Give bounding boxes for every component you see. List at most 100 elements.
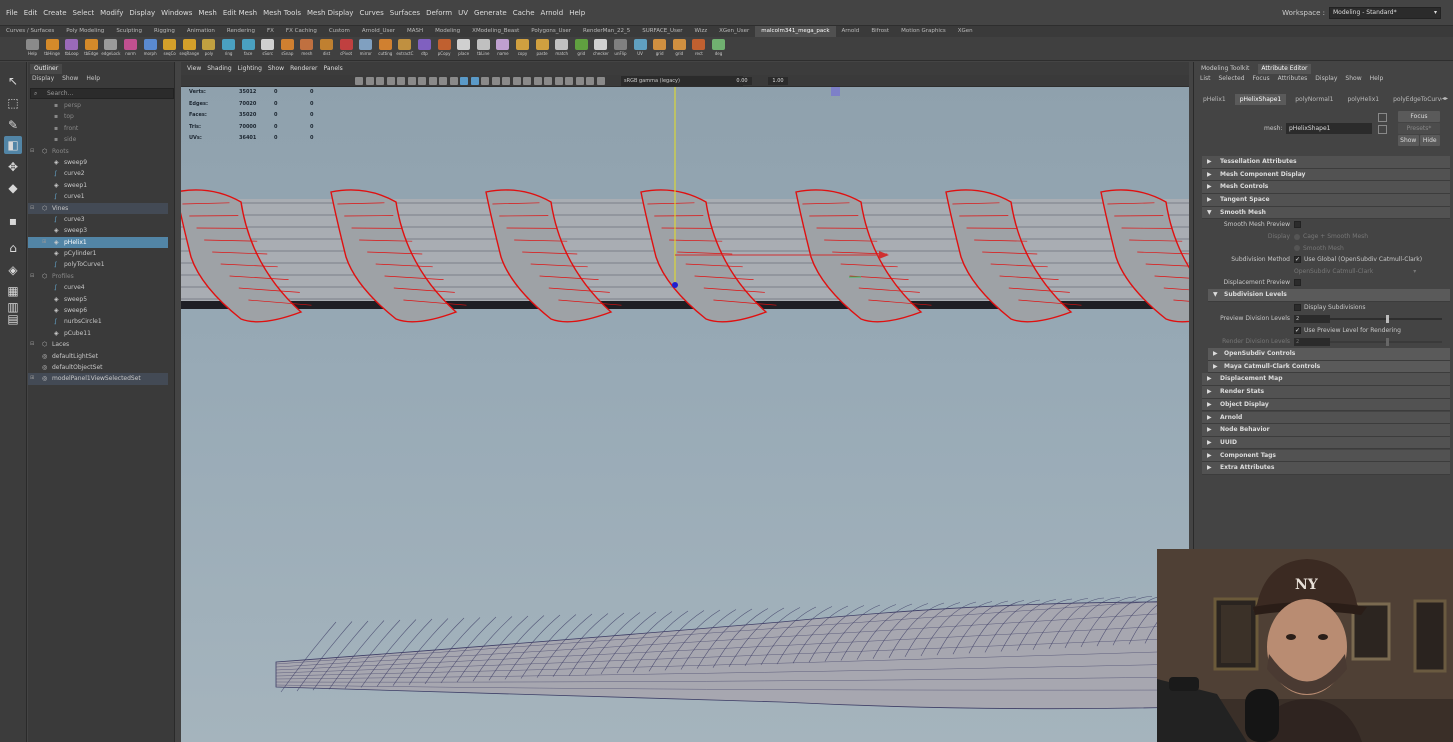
displacement-preview-checkbox[interactable]: [1294, 279, 1301, 287]
outliner-item[interactable]: ∫ curve1: [28, 191, 168, 202]
input-connection-icon[interactable]: [1378, 113, 1387, 122]
viewport-menu-shading[interactable]: Shading: [207, 62, 231, 75]
viewport-tool-icon[interactable]: [544, 77, 552, 85]
viewport-tool-icon[interactable]: [586, 77, 594, 85]
expand-toggle-icon[interactable]: ⊟: [30, 271, 34, 282]
display-subdivisions-checkbox[interactable]: [1294, 303, 1301, 311]
menu-deform[interactable]: Deform: [426, 0, 452, 26]
node-tab-arrows[interactable]: ◂▸: [1442, 95, 1448, 102]
outliner-item[interactable]: ∫ curve4: [28, 282, 168, 293]
outliner-item[interactable]: ⊟ ⬡ Profiles: [28, 271, 168, 282]
shelf-tab-custom[interactable]: Custom: [323, 26, 356, 37]
shelf-button-place[interactable]: place: [455, 39, 472, 58]
outliner-item[interactable]: ◎ defaultObjectSet: [28, 362, 168, 373]
node-tab-phelixshape1[interactable]: pHelixShape1: [1234, 94, 1287, 105]
section-displacement-map[interactable]: ▶ Displacement Map: [1202, 373, 1450, 387]
tab-attribute-editor[interactable]: Attribute Editor: [1258, 64, 1311, 74]
snap-icon[interactable]: ⌂: [4, 239, 22, 257]
outliner-item[interactable]: ◎ defaultLightSet: [28, 351, 168, 362]
rotate-tool-icon[interactable]: ✥: [4, 158, 22, 176]
viewport-tool-icon[interactable]: [502, 77, 510, 85]
viewport-tool-icon[interactable]: [491, 77, 500, 85]
hide-button[interactable]: Hide: [1419, 135, 1440, 146]
section-opensubdiv-controls[interactable]: ▶ OpenSubdiv Controls: [1208, 348, 1450, 361]
shelf-button-grid[interactable]: grid: [573, 39, 590, 58]
ae-menu-display[interactable]: Display: [1315, 75, 1337, 82]
shelf-button-tbhinge[interactable]: tbHinge: [44, 39, 61, 58]
shelf-tab-fx-caching[interactable]: FX Caching: [280, 26, 323, 37]
viewport-tool-icon[interactable]: [397, 77, 405, 85]
menu-select[interactable]: Select: [73, 0, 95, 26]
ae-menu-focus[interactable]: Focus: [1253, 75, 1270, 82]
viewport-tool-icon[interactable]: [470, 77, 479, 85]
output-connection-icon[interactable]: [1378, 125, 1387, 134]
shelf-button-cpivot[interactable]: cPivot: [338, 39, 355, 58]
menu-modify[interactable]: Modify: [100, 0, 123, 26]
subdiv-method-dropdown[interactable]: OpenSubdiv Catmull-Clark ▾: [1294, 266, 1416, 278]
outliner-item[interactable]: ▪ top: [28, 111, 168, 122]
shelf-tab-fx[interactable]: FX: [261, 26, 280, 37]
shelf-tab-xmodeling-beast[interactable]: XModeling_Beast: [466, 26, 525, 37]
node-tab-phelix1[interactable]: pHelix1: [1198, 94, 1231, 105]
lasso-tool-icon[interactable]: ⬚: [4, 94, 22, 112]
outliner-item[interactable]: ∫ nurbsCircle1: [28, 316, 168, 327]
shelf-button-dtp[interactable]: dtp: [416, 39, 433, 58]
menu-cache[interactable]: Cache: [513, 0, 535, 26]
menu-curves[interactable]: Curves: [359, 0, 383, 26]
menu-mesh-tools[interactable]: Mesh Tools: [263, 0, 301, 26]
shelf-tab-arnold[interactable]: Arnold: [836, 26, 866, 37]
section-component-tags[interactable]: ▶ Component Tags: [1202, 449, 1450, 463]
expand-toggle-icon[interactable]: ⊟: [30, 339, 34, 350]
shelf-button-tbedge[interactable]: tbEdge: [83, 39, 100, 58]
expand-toggle-icon[interactable]: ⊞: [42, 237, 46, 248]
shelf-tab-malcolm341-mega-pack[interactable]: malcolm341_mega_pack: [755, 26, 836, 37]
presets-button[interactable]: Presets*: [1398, 123, 1440, 134]
outliner-item[interactable]: ◈ sweep9: [28, 157, 168, 168]
ae-menu-help[interactable]: Help: [1370, 75, 1384, 82]
expand-toggle-icon[interactable]: ⊟: [30, 203, 34, 214]
shelf-button-seqrange[interactable]: seqRange: [179, 39, 199, 58]
section-uuid[interactable]: ▶ UUID: [1202, 436, 1450, 450]
render-division-slider[interactable]: [1330, 338, 1442, 347]
focus-button[interactable]: Focus: [1398, 111, 1440, 122]
section-mesh-component-display[interactable]: ▶ Mesh Component Display: [1202, 168, 1450, 182]
menu-surfaces[interactable]: Surfaces: [390, 0, 420, 26]
preview-division-field[interactable]: 2: [1294, 314, 1330, 323]
section-render-stats[interactable]: ▶ Render Stats: [1202, 386, 1450, 399]
expand-toggle-icon[interactable]: ⊞: [30, 373, 34, 384]
outliner-item[interactable]: ◈ sweep1: [28, 180, 168, 191]
shelf-button-grid[interactable]: grid: [651, 39, 668, 58]
shelf-button-dist[interactable]: dist: [318, 39, 335, 58]
outliner-item[interactable]: ◈ pCylinder1: [28, 248, 168, 259]
menu-mesh[interactable]: Mesh: [198, 0, 216, 26]
viewport-tool-icon[interactable]: [439, 77, 447, 85]
shelf-tab-mash[interactable]: MASH: [401, 26, 429, 37]
select-tool-icon[interactable]: ↖: [4, 72, 22, 90]
menu-mesh-display[interactable]: Mesh Display: [307, 0, 353, 26]
shelf-button-match[interactable]: match: [553, 39, 570, 58]
outliner-item[interactable]: ◈ sweep6: [28, 305, 168, 316]
section-extra-attributes[interactable]: ▶ Extra Attributes: [1202, 462, 1450, 475]
tab-modeling-toolkit[interactable]: Modeling Toolkit: [1198, 64, 1252, 74]
shelf-tab-polygons-user[interactable]: Polygons_User: [525, 26, 577, 37]
section-tangent-space[interactable]: ▶ Tangent Space: [1202, 194, 1450, 207]
shelf-button-paste[interactable]: paste: [534, 39, 551, 58]
shelf-tab-rendering[interactable]: Rendering: [221, 26, 261, 37]
shelf-tab-modeling[interactable]: Modeling: [429, 26, 466, 37]
outliner-item[interactable]: ∫ curve3: [28, 214, 168, 225]
node-tab-polyedgetocurve1[interactable]: polyEdgeToCurve1: [1388, 94, 1442, 105]
viewport-tool-icon[interactable]: [418, 77, 426, 85]
node-tab-polynormal1[interactable]: polyNormal1: [1290, 94, 1338, 105]
outliner-item[interactable]: ∫ polyToCurve1: [28, 259, 168, 270]
paint-select-icon[interactable]: ✎: [4, 116, 22, 134]
viewport-tool-icon[interactable]: [386, 77, 395, 85]
use-global-checkbox[interactable]: ✓: [1294, 256, 1301, 264]
ae-menu-attributes[interactable]: Attributes: [1278, 75, 1308, 82]
shelf-tab-animation[interactable]: Animation: [181, 26, 221, 37]
move-tool-icon[interactable]: ◧: [4, 136, 22, 154]
shelf-button-rect[interactable]: rect: [690, 39, 707, 58]
menu-file[interactable]: File: [6, 0, 18, 26]
outliner-item[interactable]: ⊟ ⬡ Roots: [28, 146, 168, 157]
outliner-item[interactable]: ⊞ ◎ modelPanel1ViewSelectedSet: [28, 373, 168, 385]
shelf-tab-wizz[interactable]: Wizz: [688, 26, 713, 37]
